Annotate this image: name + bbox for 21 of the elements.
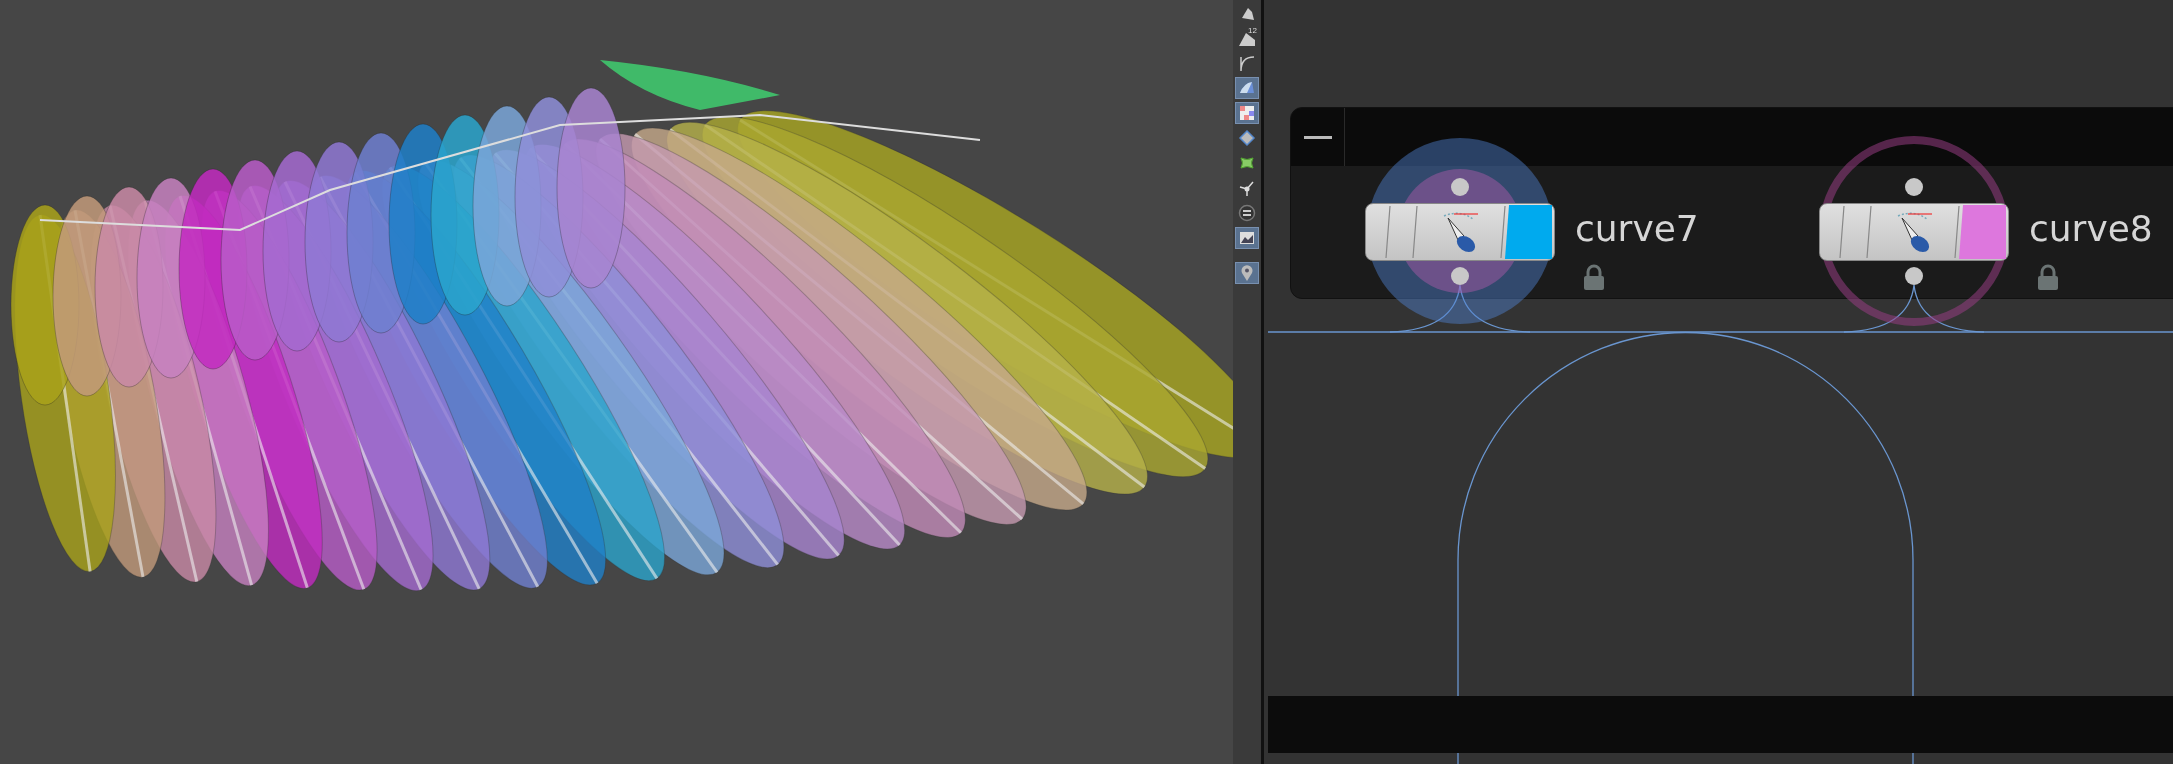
diamond-icon	[1238, 129, 1256, 147]
toolbar-button[interactable]	[1235, 102, 1259, 124]
tool-label: 12	[1248, 27, 1257, 35]
checker-icon	[1238, 104, 1256, 122]
toolbar-button[interactable]	[1235, 77, 1259, 99]
image-icon	[1238, 229, 1256, 247]
node-name: curve7	[1575, 207, 1699, 251]
toolbar-button[interactable]: 12	[1235, 27, 1259, 49]
pen-tool-icon	[1443, 212, 1479, 253]
minus-icon	[1303, 135, 1332, 139]
axes-icon	[1238, 179, 1256, 197]
pen-tool-icon	[1897, 212, 1933, 253]
curve-node[interactable]	[1819, 203, 2009, 261]
curve-node[interactable]	[1365, 203, 1555, 261]
toolbar-button[interactable]	[1235, 227, 1259, 249]
lock-icon[interactable]	[2037, 264, 2059, 290]
curve-icon	[1238, 54, 1256, 72]
node-name: curve8	[2029, 207, 2153, 251]
lock-icon[interactable]	[1583, 264, 1605, 290]
uv-patch-icon	[1238, 154, 1256, 172]
circle-icon	[1238, 204, 1256, 222]
